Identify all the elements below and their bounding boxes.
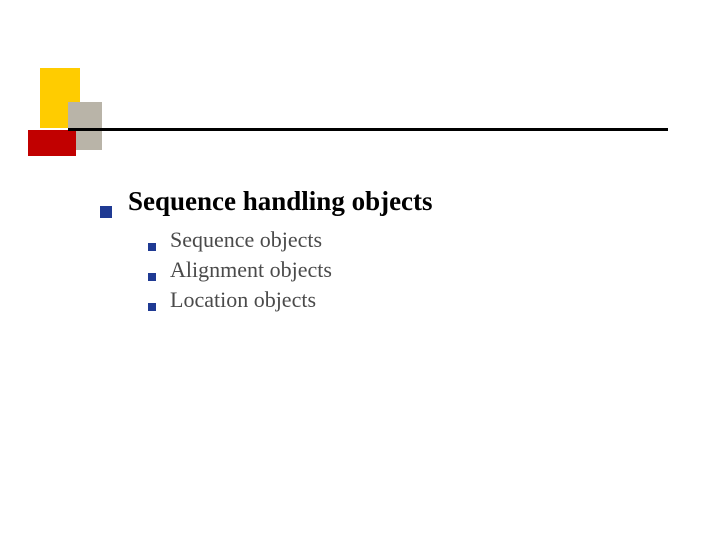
horizontal-rule bbox=[68, 128, 668, 131]
title-decoration bbox=[28, 68, 668, 156]
accent-block-red bbox=[28, 130, 76, 156]
slide-content: Sequence handling objects Sequence objec… bbox=[100, 186, 660, 317]
square-bullet-icon bbox=[100, 206, 112, 218]
list-item: Sequence objects bbox=[148, 227, 660, 253]
sublist: Sequence objects Alignment objects Locat… bbox=[148, 227, 660, 313]
list-item: Alignment objects bbox=[148, 257, 660, 283]
square-bullet-icon bbox=[148, 303, 156, 311]
square-bullet-icon bbox=[148, 243, 156, 251]
square-bullet-icon bbox=[148, 273, 156, 281]
sub-item-label: Alignment objects bbox=[170, 257, 332, 283]
list-item: Location objects bbox=[148, 287, 660, 313]
sub-item-label: Sequence objects bbox=[170, 227, 322, 253]
sub-item-label: Location objects bbox=[170, 287, 316, 313]
list-item-main: Sequence handling objects bbox=[100, 186, 660, 217]
main-heading: Sequence handling objects bbox=[128, 186, 433, 217]
